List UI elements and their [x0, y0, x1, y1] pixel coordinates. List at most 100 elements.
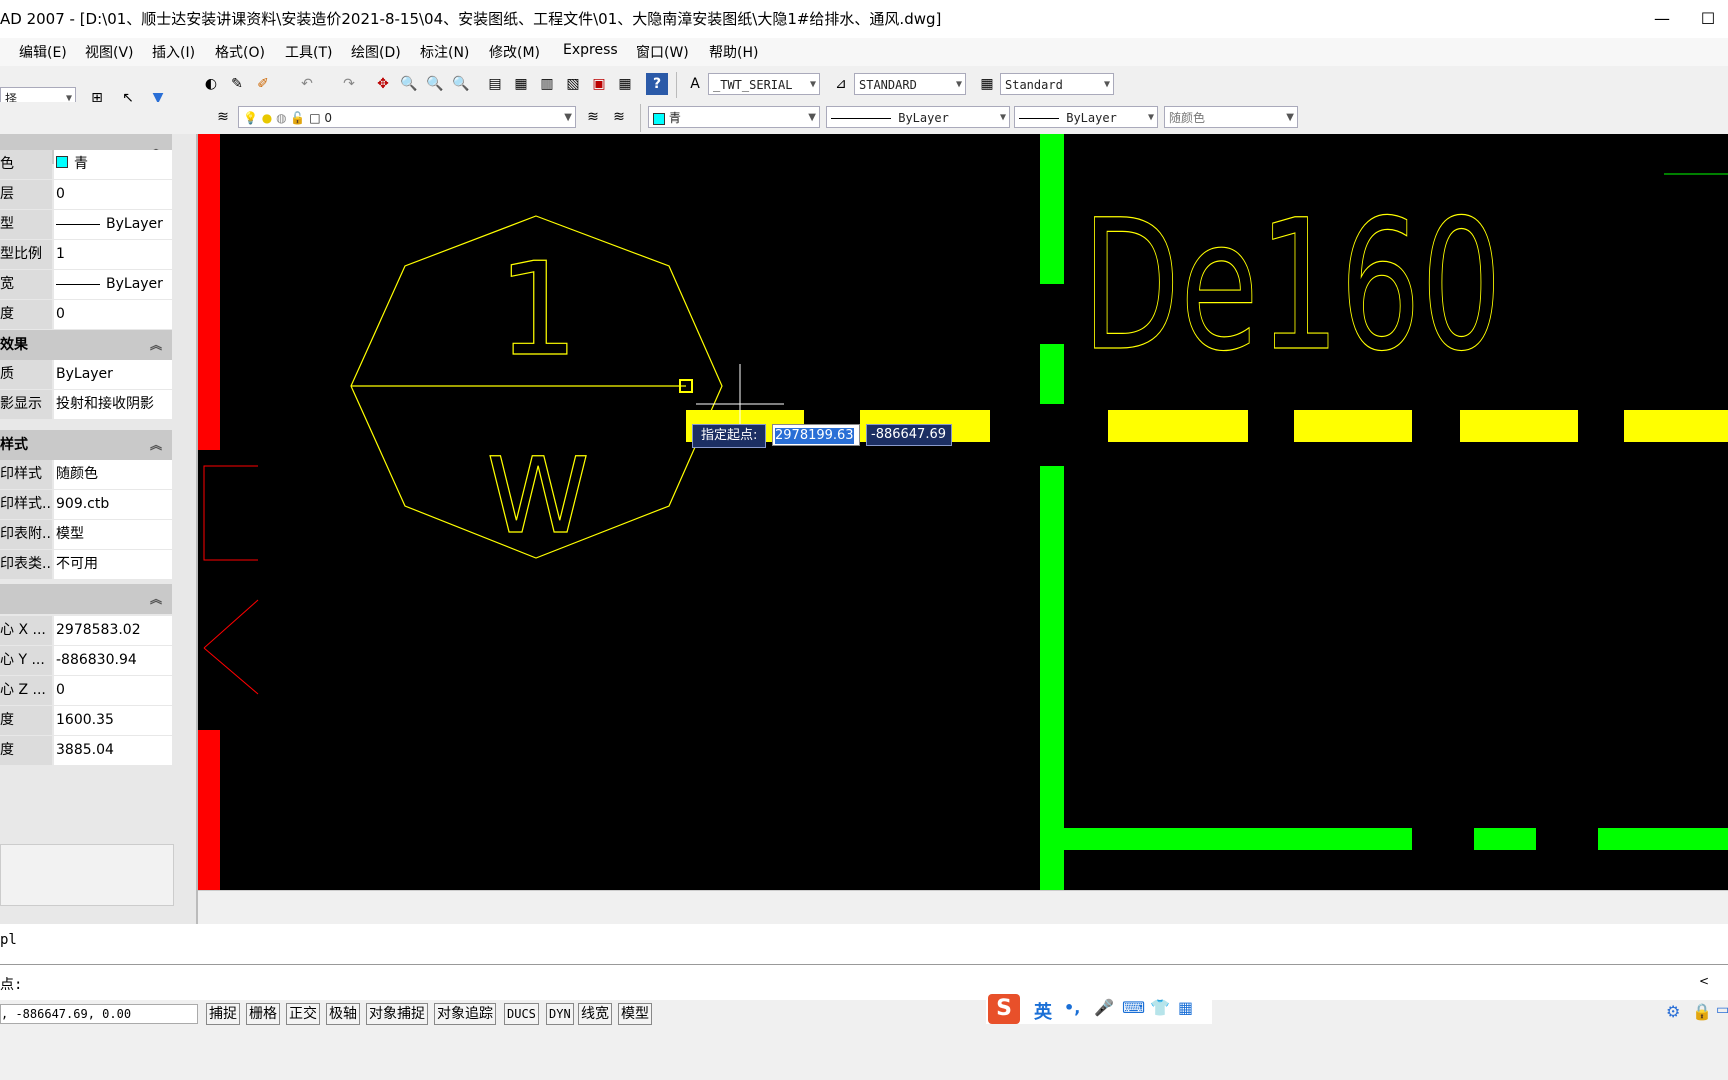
prop-row[interactable]: 层 0 [0, 180, 172, 210]
redo-icon[interactable]: ↷ [338, 73, 360, 95]
prop-row[interactable]: 质 ByLayer [0, 360, 172, 390]
properties-icon[interactable]: ▤ [484, 73, 506, 95]
menu-express[interactable]: Express [563, 42, 618, 58]
skin-icon[interactable]: 👕 [1150, 998, 1170, 1017]
prop-value[interactable]: -886830.94 [54, 646, 172, 675]
prop-value[interactable]: 1600.35 [54, 706, 172, 735]
command-window[interactable]: pl 点: < [0, 924, 1728, 1000]
drawing-scrollbar[interactable] [198, 890, 1728, 909]
menu-help[interactable]: 帮助(H) [709, 42, 758, 62]
pan-icon[interactable]: ✥ [372, 73, 394, 95]
prop-value[interactable]: 3885.04 [54, 736, 172, 765]
text-style-combo[interactable]: _TWT_SERIAL ▼ [708, 73, 820, 95]
menu-format[interactable]: 格式(O) [215, 42, 265, 62]
design-center-icon[interactable]: ▦ [510, 73, 532, 95]
match-properties-icon[interactable]: ✐ [252, 73, 274, 95]
grid-toggle[interactable]: 栅格 [246, 1003, 280, 1025]
drawing-svg[interactable]: 1 W De160 [198, 134, 1728, 890]
section-3d-effects[interactable]: 效果 ︽ [0, 330, 172, 360]
prop-row[interactable]: 印样式 随颜色 [0, 460, 172, 490]
ime-lang-toggle[interactable]: 英 [1034, 998, 1052, 1024]
chevron-up-icon[interactable]: ︽ [150, 330, 162, 360]
sogou-logo-icon[interactable]: S [988, 994, 1020, 1024]
brush-icon[interactable]: ✎ [226, 73, 248, 95]
prop-row[interactable]: 型 ByLayer [0, 210, 172, 240]
dyn-x-input[interactable]: 2978199.63 [772, 424, 860, 446]
command-prompt[interactable]: 点: [0, 974, 22, 994]
menu-window[interactable]: 窗口(W) [636, 42, 689, 62]
ortho-toggle[interactable]: 正交 [286, 1003, 320, 1025]
prop-value[interactable]: 投射和接收阴影 [54, 390, 172, 419]
prop-row[interactable]: 度 0 [0, 300, 172, 330]
linetype-combo[interactable]: ByLayer ▼ [826, 106, 1010, 128]
prop-value[interactable]: 0 [54, 180, 172, 209]
menu-draw[interactable]: 绘图(D) [351, 42, 401, 62]
prop-row[interactable]: 宽 ByLayer [0, 270, 172, 300]
prop-value[interactable]: 青 [54, 150, 172, 179]
chevron-up-icon[interactable]: ︽ [150, 430, 162, 460]
section-plot-style[interactable]: 样式 ︽ [0, 430, 172, 460]
section-view[interactable]: ︽ [0, 584, 172, 614]
tool-palette-icon[interactable]: ▥ [536, 73, 558, 95]
prop-row[interactable]: 度 1600.35 [0, 706, 172, 736]
lineweight-toggle[interactable]: 线宽 [578, 1003, 612, 1025]
snap-toggle[interactable]: 捕捉 [206, 1003, 240, 1025]
prop-value[interactable]: 不可用 [54, 550, 172, 579]
keyboard-icon[interactable]: ⌨ [1122, 998, 1145, 1017]
osnap-toggle[interactable]: 对象捕捉 [366, 1003, 428, 1025]
prop-row[interactable]: 心 Z ... 0 [0, 676, 172, 706]
prop-row[interactable]: 印表附... 模型 [0, 520, 172, 550]
punctuation-icon[interactable]: •, [1064, 998, 1080, 1017]
dim-style-icon[interactable]: ⊿ [830, 73, 852, 95]
prop-row[interactable]: 度 3885.04 [0, 736, 172, 766]
dim-style-combo[interactable]: STANDARD ▼ [854, 73, 966, 95]
help-icon[interactable]: ? [646, 73, 668, 95]
prop-row[interactable]: 印样式... 909.ctb [0, 490, 172, 520]
chevron-up-icon[interactable]: ︽ [150, 584, 162, 614]
prop-value[interactable]: 2978583.02 [54, 616, 172, 645]
clean-screen-icon[interactable]: ▭ [1716, 1002, 1728, 1018]
prop-row[interactable]: 心 X ... 2978583.02 [0, 616, 172, 646]
zoom-window-icon[interactable]: 🔍 [424, 73, 446, 95]
prop-value[interactable]: ByLayer [54, 270, 172, 299]
menu-dimension[interactable]: 标注(N) [420, 42, 469, 62]
prop-row[interactable]: 色 青 [0, 150, 172, 180]
menu-view[interactable]: 视图(V) [85, 42, 134, 62]
zoom-previous-icon[interactable]: 🔍 [450, 73, 472, 95]
table-style-combo[interactable]: Standard ▼ [1000, 73, 1114, 95]
zoom-realtime-icon[interactable]: 🔍 [398, 73, 420, 95]
maximize-button[interactable]: ☐ [1688, 4, 1728, 34]
prop-value[interactable]: 0 [54, 300, 172, 329]
undo-icon[interactable]: ↶ [296, 73, 318, 95]
prop-value[interactable]: ByLayer [54, 210, 172, 239]
calculator-icon[interactable]: ▦ [614, 73, 636, 95]
prop-value[interactable]: 0 [54, 676, 172, 705]
text-style-icon[interactable]: A [684, 73, 706, 95]
plotstyle-combo[interactable]: 随颜色 ▼ [1164, 106, 1298, 128]
menu-insert[interactable]: 插入(I) [152, 42, 195, 62]
prop-value[interactable]: ByLayer [54, 360, 172, 389]
prop-value[interactable]: 909.ctb [54, 490, 172, 519]
menu-modify[interactable]: 修改(M) [489, 42, 540, 62]
sheet-set-icon[interactable]: ▧ [562, 73, 584, 95]
dyn-toggle[interactable]: DYN [546, 1003, 574, 1025]
prop-row[interactable]: 型比例 1 [0, 240, 172, 270]
layer-manager-icon[interactable]: ≋ [212, 106, 234, 128]
drawing-area[interactable]: 1 W De160 指定起点: 2978199.63 -886647.69 [198, 134, 1728, 890]
open-icon[interactable]: ◐ [200, 73, 222, 95]
menu-tools[interactable]: 工具(T) [285, 42, 332, 62]
color-combo[interactable]: 青 ▼ [648, 106, 820, 128]
toolbox-icon[interactable]: ▦ [1178, 998, 1193, 1017]
lineweight-combo[interactable]: ByLayer ▼ [1014, 106, 1158, 128]
prop-value[interactable]: 1 [54, 240, 172, 269]
toolbar-lock-icon[interactable]: 🔒 [1692, 1002, 1712, 1021]
prop-row[interactable]: 影显示 投射和接收阴影 [0, 390, 172, 420]
comm-center-icon[interactable]: ⚙ [1666, 1002, 1680, 1021]
microphone-icon[interactable]: 🎤 [1094, 998, 1114, 1017]
layer-combo[interactable]: 💡 ● ◍ 🔓 □ 0 ▼ [238, 106, 576, 128]
menu-edit[interactable]: 编辑(E) [19, 42, 67, 62]
polar-toggle[interactable]: 极轴 [326, 1003, 360, 1025]
scroll-left-icon[interactable]: < [1696, 974, 1712, 992]
model-toggle[interactable]: 模型 [618, 1003, 652, 1025]
otrack-toggle[interactable]: 对象追踪 [434, 1003, 496, 1025]
